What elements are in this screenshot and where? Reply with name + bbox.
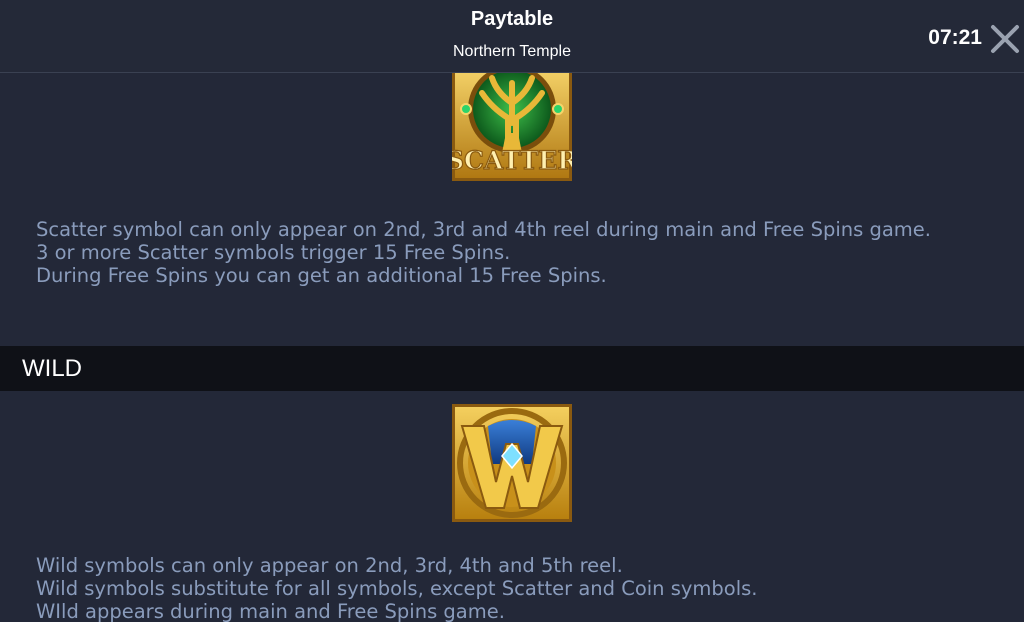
wild-line-1: Wild symbols can only appear on 2nd, 3rd… xyxy=(36,554,623,577)
wild-description: Wild symbols can only appear on 2nd, 3rd… xyxy=(36,554,1006,622)
paytable-content[interactable]: SCATTER Scatter symbol can only appear o… xyxy=(0,73,1024,622)
wild-symbol-icon xyxy=(452,404,572,522)
paytable-header: Paytable Northern Temple 07:21 xyxy=(0,0,1024,73)
page-title: Paytable xyxy=(470,8,554,30)
scatter-line-3: During Free Spins you can get an additio… xyxy=(36,264,607,287)
wild-section-header: WILD xyxy=(0,346,1024,391)
svg-text:SCATTER: SCATTER xyxy=(452,146,572,175)
wild-section-title: WILD xyxy=(22,355,82,382)
scatter-symbol-icon: SCATTER xyxy=(445,73,579,181)
wild-line-3: WIld appears during main and Free Spins … xyxy=(36,600,505,622)
game-name: Northern Temple xyxy=(453,43,571,60)
close-icon xyxy=(991,25,1019,53)
close-button[interactable] xyxy=(988,22,1022,56)
scatter-line-1: Scatter symbol can only appear on 2nd, 3… xyxy=(36,218,931,241)
clock: 07:21 xyxy=(928,26,982,49)
scatter-line-2: 3 or more Scatter symbols trigger 15 Fre… xyxy=(36,241,511,264)
wild-line-2: Wild symbols substitute for all symbols,… xyxy=(36,577,758,600)
scatter-description: Scatter symbol can only appear on 2nd, 3… xyxy=(36,218,1006,287)
